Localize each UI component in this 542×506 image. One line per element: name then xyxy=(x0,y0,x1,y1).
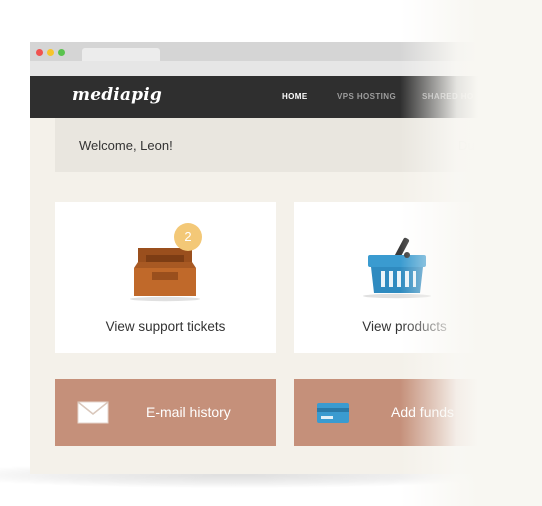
add-funds-button[interactable]: Add funds xyxy=(294,379,515,446)
logo[interactable]: mediapig xyxy=(72,85,162,105)
add-funds-label: Add funds xyxy=(391,404,455,420)
products-card[interactable]: View products xyxy=(294,202,515,353)
welcome-greeting: Welcome, Leon! xyxy=(79,138,173,153)
shopping-basket-icon xyxy=(363,237,431,299)
browser-tab[interactable] xyxy=(82,48,160,62)
ticket-count-badge: 2 xyxy=(174,223,202,251)
close-window-dot[interactable] xyxy=(36,49,43,56)
welcome-right-text: Du xyxy=(458,138,475,153)
credit-card-icon xyxy=(317,403,349,423)
maximize-window-dot[interactable] xyxy=(58,49,65,56)
top-navbar: mediapig HOME VPS HOSTING SHARED HO xyxy=(30,76,542,118)
browser-toolbar xyxy=(30,61,542,76)
browser-chrome xyxy=(30,42,542,76)
browser-window: mediapig HOME VPS HOSTING SHARED HO Welc… xyxy=(30,42,542,474)
email-history-button[interactable]: E-mail history xyxy=(55,379,276,446)
support-tickets-label: View support tickets xyxy=(105,319,226,334)
minimize-window-dot[interactable] xyxy=(47,49,54,56)
envelope-icon xyxy=(77,401,109,424)
nav-item-vps-hosting[interactable]: VPS HOSTING xyxy=(337,92,396,101)
email-history-label: E-mail history xyxy=(146,404,231,420)
support-tickets-card[interactable]: 2 View support tickets xyxy=(55,202,276,353)
welcome-bar: Welcome, Leon! Du xyxy=(55,118,542,172)
nav-item-shared-hosting[interactable]: SHARED HO xyxy=(422,92,474,101)
nav-item-home[interactable]: HOME xyxy=(282,92,308,101)
products-label: View products xyxy=(362,319,447,334)
